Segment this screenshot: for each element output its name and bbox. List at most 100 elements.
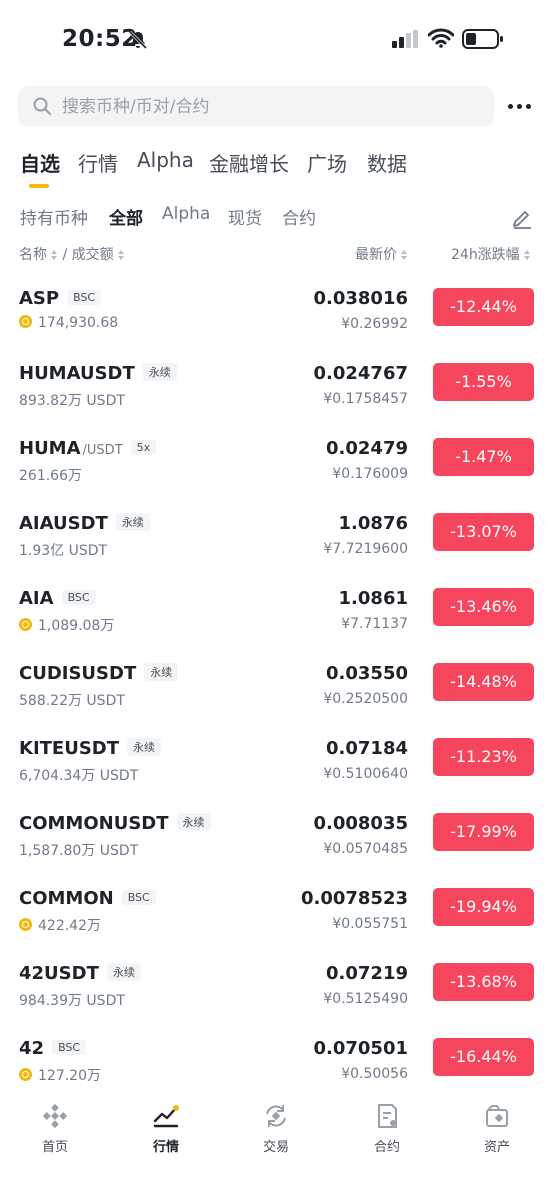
column-name-label: 名称 bbox=[19, 247, 47, 263]
volume: 6,704.34万 USDT bbox=[19, 765, 138, 785]
pair-name: 42USDT 永续 bbox=[19, 963, 141, 984]
tab-markets[interactable]: 行情 bbox=[78, 148, 118, 177]
table-row[interactable]: ASP BSC 174,930.68 0.038016 ¥0.26992 -12.… bbox=[0, 270, 553, 345]
change-badge[interactable]: -14.48% bbox=[433, 663, 534, 701]
search-input[interactable] bbox=[60, 86, 484, 128]
cny-price: ¥7.71137 bbox=[341, 616, 408, 632]
volume-value: 261.66万 bbox=[19, 468, 82, 484]
nav-trade[interactable]: 交易 bbox=[236, 1102, 316, 1155]
cny-price: ¥0.176009 bbox=[332, 466, 408, 482]
change-badge[interactable]: -13.68% bbox=[433, 963, 534, 1001]
change-badge[interactable]: -13.07% bbox=[433, 513, 534, 551]
volume-value: 1.93亿 USDT bbox=[19, 543, 108, 559]
nav-label: 行情 bbox=[152, 1140, 179, 1155]
table-row[interactable]: KITEUSDT 永续 6,704.34万 USDT 0.07184 ¥0.510… bbox=[0, 720, 553, 795]
pair-quote: /USDT bbox=[82, 443, 123, 458]
column-volume-label: 成交额 bbox=[71, 247, 114, 263]
futures-icon bbox=[378, 1104, 397, 1128]
pair-tag: 永续 bbox=[144, 663, 179, 681]
status-bar: 20:52 bbox=[0, 0, 553, 80]
trade-icon bbox=[266, 1105, 286, 1127]
change-badge[interactable]: -11.23% bbox=[433, 738, 534, 776]
sort-icon bbox=[117, 250, 124, 260]
nav-futures[interactable]: 合约 bbox=[347, 1102, 427, 1155]
pair-tag: 永续 bbox=[176, 813, 211, 831]
table-row[interactable]: COMMONUSDT 永续 1,587.80万 USDT 0.008035 ¥0.… bbox=[0, 795, 553, 870]
pair-symbol: HUMA bbox=[19, 438, 81, 459]
tab-favorites[interactable]: 自选 bbox=[20, 148, 60, 177]
pair-symbol: AIAUSDT bbox=[19, 513, 108, 534]
alpha-coin-icon bbox=[19, 315, 32, 328]
table-row[interactable]: HUMA/USDT 5x 261.66万 0.02479 ¥0.176009 -1… bbox=[0, 420, 553, 495]
column-header-name[interactable]: 名称 / 成交额 bbox=[19, 244, 125, 264]
cny-price: ¥0.5100640 bbox=[323, 766, 408, 782]
subtab-spot[interactable]: 现货 bbox=[228, 204, 262, 229]
nav-label: 合约 bbox=[373, 1140, 400, 1155]
column-header-price[interactable]: 最新价 bbox=[355, 244, 408, 264]
pair-tag: BSC bbox=[52, 1040, 87, 1055]
leverage-tag: 5x bbox=[130, 440, 157, 455]
tab-finance-growth[interactable]: 金融增长 bbox=[209, 148, 289, 177]
change-badge[interactable]: -19.94% bbox=[433, 888, 534, 926]
cny-price: ¥0.5125490 bbox=[323, 991, 408, 1007]
search-box[interactable] bbox=[18, 86, 494, 128]
pair-tag: 永续 bbox=[115, 513, 150, 531]
change-badge[interactable]: -12.44% bbox=[433, 288, 534, 326]
sort-icon bbox=[523, 250, 530, 260]
home-icon bbox=[42, 1103, 68, 1129]
sort-icon bbox=[401, 250, 407, 260]
subtab-holdings[interactable]: 持有币种 bbox=[20, 204, 88, 229]
table-row[interactable]: AIAUSDT 永续 1.93亿 USDT 1.0876 ¥7.7219600 -… bbox=[0, 495, 553, 570]
volume-value: 1,587.80万 USDT bbox=[19, 843, 139, 859]
pair-tag: 永续 bbox=[142, 363, 177, 381]
volume: 1,089.08万 bbox=[19, 615, 114, 635]
volume: 1,587.80万 USDT bbox=[19, 840, 138, 860]
last-price: 0.07219 bbox=[326, 963, 408, 984]
status-time: 20:52 bbox=[62, 26, 138, 52]
volume-value: 1,089.08万 bbox=[38, 618, 115, 634]
change-badge[interactable]: -1.55% bbox=[433, 363, 534, 401]
last-price: 1.0876 bbox=[338, 513, 408, 534]
change-badge[interactable]: -17.99% bbox=[433, 813, 534, 851]
volume-value: 984.39万 USDT bbox=[19, 993, 125, 1009]
table-row[interactable]: 42 BSC 127.20万 0.070501 ¥0.50056 -16.44% bbox=[0, 1020, 553, 1095]
change-badge[interactable]: -1.47% bbox=[433, 438, 534, 476]
tab-alpha[interactable]: Alpha bbox=[137, 148, 194, 172]
table-row[interactable]: CUDISUSDT 永续 588.22万 USDT 0.03550 ¥0.2520… bbox=[0, 645, 553, 720]
column-separator: / bbox=[62, 247, 68, 263]
cny-price: ¥7.7219600 bbox=[323, 541, 408, 557]
nav-label: 交易 bbox=[262, 1140, 289, 1155]
change-badge[interactable]: -16.44% bbox=[433, 1038, 534, 1076]
pair-symbol: KITEUSDT bbox=[19, 738, 120, 759]
pair-symbol: 42 bbox=[19, 1038, 45, 1059]
subtab-all[interactable]: 全部 bbox=[109, 204, 143, 229]
nav-markets[interactable]: 行情 bbox=[126, 1102, 206, 1155]
table-row[interactable]: 42USDT 永续 984.39万 USDT 0.07219 ¥0.5125490… bbox=[0, 945, 553, 1020]
volume-value: 6,704.34万 USDT bbox=[19, 768, 139, 784]
last-price: 0.07184 bbox=[326, 738, 408, 759]
column-change-label: 24h涨跌幅 bbox=[451, 247, 520, 263]
cny-price: ¥0.1758457 bbox=[323, 391, 408, 407]
pair-name: 42 BSC bbox=[19, 1038, 87, 1059]
change-badge[interactable]: -13.46% bbox=[433, 588, 534, 626]
markets-icon bbox=[153, 1105, 179, 1128]
pair-tag: 永续 bbox=[106, 963, 141, 981]
column-header-change[interactable]: 24h涨跌幅 bbox=[451, 244, 531, 264]
tab-data[interactable]: 数据 bbox=[367, 148, 407, 177]
pair-symbol: AIA bbox=[19, 588, 54, 609]
table-row[interactable]: AIA BSC 1,089.08万 1.0861 ¥7.71137 -13.46% bbox=[0, 570, 553, 645]
subtab-alpha[interactable]: Alpha bbox=[162, 204, 210, 224]
table-row[interactable]: COMMON BSC 422.42万 0.0078523 ¥0.055751 -1… bbox=[0, 870, 553, 945]
nav-assets[interactable]: 资产 bbox=[457, 1102, 537, 1155]
subtab-futures[interactable]: 合约 bbox=[282, 204, 316, 229]
last-price: 0.02479 bbox=[326, 438, 408, 459]
edit-icon[interactable] bbox=[510, 206, 534, 234]
volume: 588.22万 USDT bbox=[19, 690, 125, 710]
nav-home[interactable]: 首页 bbox=[15, 1102, 95, 1155]
more-options-icon[interactable] bbox=[506, 98, 534, 116]
table-row[interactable]: HUMAUSDT 永续 893.82万 USDT 0.024767 ¥0.1758… bbox=[0, 345, 553, 420]
alpha-coin-icon bbox=[19, 1068, 32, 1081]
tab-square[interactable]: 广场 bbox=[307, 148, 347, 177]
pair-name: HUMA/USDT 5x bbox=[19, 438, 157, 459]
pair-name: ASP BSC bbox=[19, 288, 102, 309]
